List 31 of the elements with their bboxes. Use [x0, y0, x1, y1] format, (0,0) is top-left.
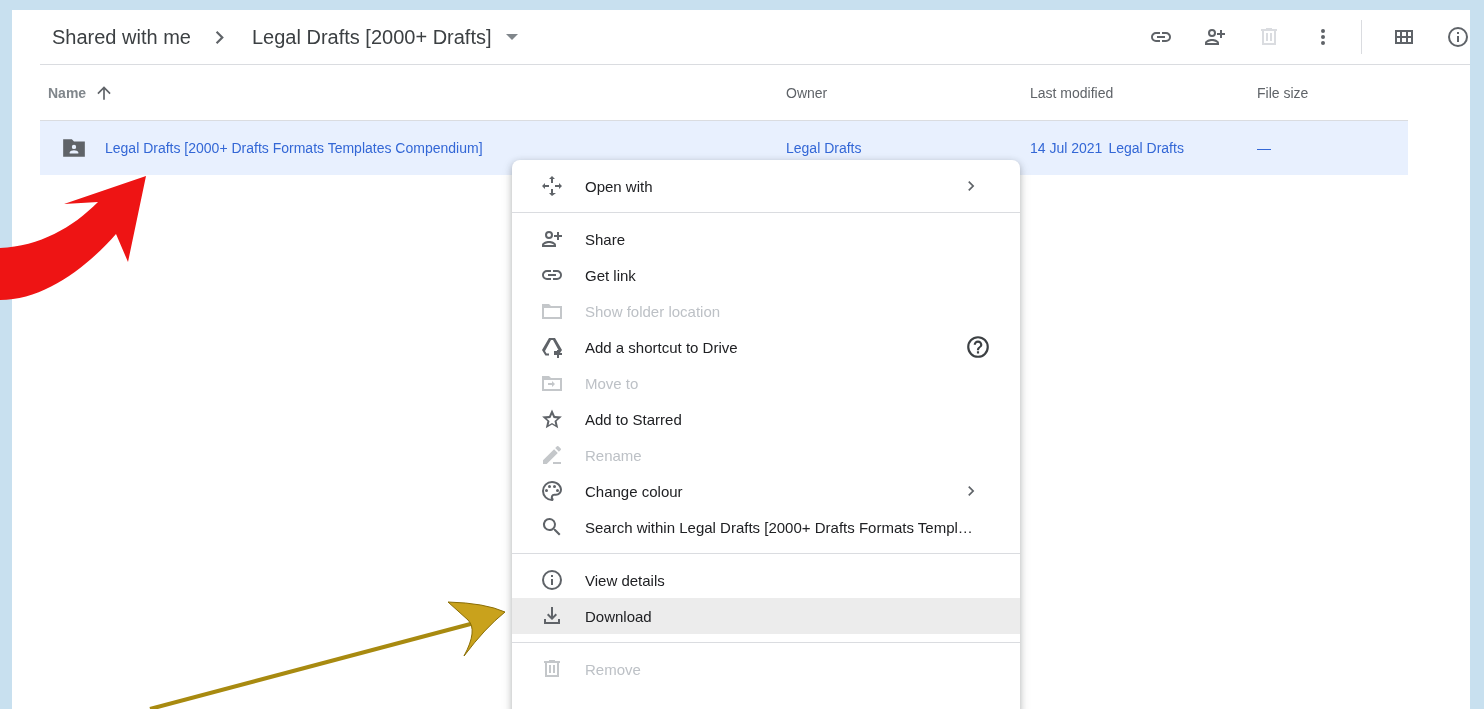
info-icon[interactable] [1446, 25, 1470, 49]
breadcrumb-item[interactable]: Shared with me [40, 21, 199, 53]
modified-by: Legal Drafts [1108, 140, 1184, 156]
column-header[interactable]: Name [48, 84, 87, 101]
dropdown-icon[interactable] [505, 34, 518, 40]
menu-item[interactable]: Search within Legal Drafts [2000+ Drafts Formats Templ… [512, 509, 1020, 545]
menu-item[interactable]: Download [512, 598, 1020, 634]
menu-item[interactable]: View details [512, 562, 1020, 598]
column-header[interactable]: Last modified [1030, 84, 1114, 101]
owner-text: Legal Drafts [786, 140, 862, 156]
file-name: Legal Drafts [2000+ Drafts Formats Templates Compendium] [105, 140, 483, 156]
file-row[interactable]: Legal Drafts [2000+ Drafts Formats Templates Compendium] Legal Drafts 14 Jul 2021 Legal Drafts — [40, 121, 1408, 175]
menu-item[interactable]: Get link [512, 257, 1020, 293]
column-header[interactable]: Owner [786, 84, 828, 101]
menu-item[interactable]: Share [512, 221, 1020, 257]
palette-icon [540, 479, 564, 503]
help-icon[interactable] [965, 334, 991, 360]
menu-item[interactable]: Add to Starred [512, 401, 1020, 437]
column-header[interactable]: File size [1257, 84, 1309, 101]
info-icon [540, 568, 564, 592]
submenu-arrow-icon [966, 485, 976, 497]
menu-item[interactable]: Add a shortcut to Drive [512, 329, 1020, 365]
pencil-icon [540, 443, 564, 467]
menu-item[interactable]: Change colour [512, 473, 1020, 509]
move-icon [540, 174, 564, 198]
chevron-icon [214, 30, 224, 44]
modified-date: 14 Jul 2021 [1030, 140, 1103, 156]
breadcrumb-item[interactable]: Legal Drafts [2000+ Drafts] [239, 21, 500, 53]
drive-shortcut-icon [540, 335, 564, 359]
file-size: — [1257, 140, 1271, 156]
submenu-arrow-icon [966, 180, 976, 192]
